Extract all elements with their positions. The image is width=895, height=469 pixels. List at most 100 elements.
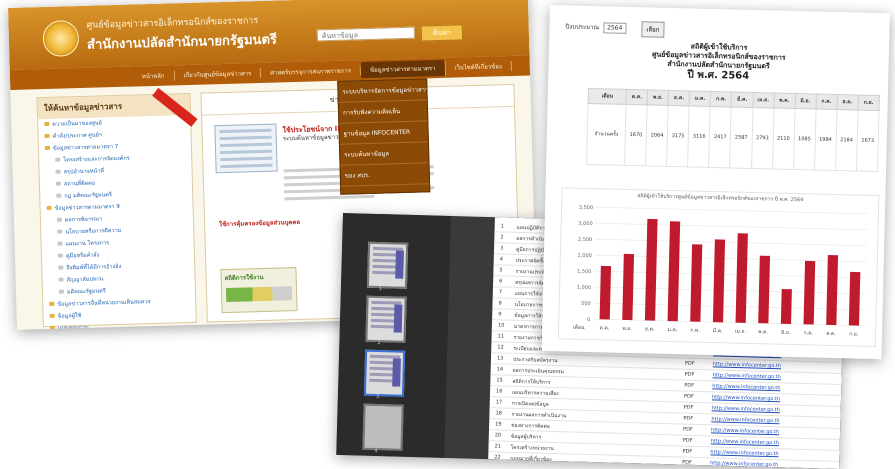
page-thumbnail[interactable] (362, 403, 404, 451)
row-cell: การเปิดเผยข้อมูล (511, 400, 549, 408)
bar[interactable] (735, 233, 748, 323)
page-thumbnail[interactable] (365, 295, 407, 343)
row-link[interactable]: http://www.infocenter.go.th (711, 438, 779, 446)
row-cell: 4 (499, 256, 504, 263)
y-tick-label: 1,500 (577, 269, 591, 275)
table-cell: 1673 (856, 110, 880, 172)
sidebar: ให้ค้นหาข้อมูลข่าวสาร ความเป็นมาของศูนย์… (36, 87, 198, 330)
search-button[interactable]: ค้นหา (420, 24, 464, 42)
chart-svg: 0 500 1,000 1,500 2,000 2,500 3,000 3,500 เดือน ต… (573, 205, 869, 338)
table-cell: 2793 (751, 107, 774, 169)
bar[interactable] (667, 221, 681, 322)
dropdown-item[interactable]: ของ สปร. (340, 163, 430, 187)
row-link[interactable]: http://www.infocenter.go.th (712, 383, 780, 391)
report-title: สถิติผู้เข้าใช้บริการ ศูนย์ข้อมูลข่าวสาร… (548, 39, 889, 86)
bar[interactable] (803, 260, 816, 325)
table-header: มี.ค. (731, 91, 753, 108)
table-cell: 2110 (772, 107, 795, 170)
row-link[interactable]: http://www.infocenter.go.th (710, 449, 778, 457)
bar[interactable] (758, 255, 771, 324)
table-header: พ.ค. (773, 92, 796, 109)
page-number: 2 (377, 340, 381, 347)
row-cell: โครงสร้างหน่วยงาน (510, 444, 554, 452)
row-cell: PDF (684, 371, 695, 378)
row-cell: 6 (499, 278, 503, 285)
row-link[interactable]: http://www.infocenter.go.th (711, 427, 779, 435)
row-cell: PDF (682, 459, 692, 466)
page-thumbnail-panel: 1 2 3 4 (336, 213, 451, 458)
y-tick-label: 500 (581, 301, 591, 307)
row-cell: PDF (683, 404, 694, 411)
dropdown-item[interactable]: ระบบค้นหาข้อมูล (339, 142, 429, 166)
table-cell: 3116 (687, 105, 711, 168)
row-cell: ประกาศรับสมัครงาน (512, 356, 558, 365)
bar[interactable] (599, 265, 612, 320)
row-cell: 9 (498, 311, 502, 318)
row-link[interactable]: http://www.infocenter.go.th (710, 460, 778, 468)
news-title-2[interactable]: ใช้การคุ้มครองข้อมูลส่วนบุคคล (219, 217, 300, 229)
row-cell: PDF (682, 448, 693, 455)
x-tick-label: ก.พ. (690, 328, 700, 334)
nav-item[interactable]: หน้าหลัก (132, 70, 175, 82)
bar[interactable] (622, 253, 635, 321)
row-cell: PDF (683, 415, 694, 422)
row-cell: PDF (684, 360, 695, 367)
table-header: เม.ย. (752, 92, 774, 108)
nav-item[interactable]: ศาสตร์บรรจุการส่งภาพราชการ (261, 65, 362, 78)
row-link[interactable]: http://www.infocenter.go.th (712, 394, 780, 402)
bar[interactable] (848, 271, 861, 326)
dropdown-item[interactable]: ระบบบริหารจัดการข้อมูลข่าวสาร (338, 79, 427, 103)
row-cell: 1 (500, 223, 504, 230)
nav-item[interactable]: เว็บไซต์ที่เกี่ยวข้อง (445, 60, 512, 73)
row-cell: 2 (500, 234, 504, 241)
sidebar-list: ความเป็นมาของศูนย์ คำสั่ง/ประกาศ ศูนย์ฯ ข้… (38, 115, 196, 329)
report-screenshot: ปีงบประมาณ 2564 เลือก สถิติผู้เข้าใช้บริ… (541, 5, 890, 360)
nav-item-active[interactable]: ข้อมูลข่าวสารตามมาตรา (360, 59, 446, 79)
row-cell: กฎหมายที่เกี่ยวข้อง (510, 455, 552, 463)
bar[interactable] (780, 289, 792, 324)
search-input[interactable]: ค้นหาข้อมูล (316, 26, 416, 42)
bar[interactable] (644, 218, 658, 321)
nav-dropdown-menu: ระบบบริหารจัดการข้อมูลข่าวสาร การรับฟังค… (337, 78, 431, 195)
stats-thumbnail[interactable]: สถิติการใช้งาน (220, 267, 298, 314)
x-tick-label: พ.ค. (758, 329, 768, 335)
grid-line (593, 318, 866, 327)
row-link[interactable]: http://www.infocenter.go.th (713, 372, 781, 380)
grid-line (594, 254, 867, 263)
grid-line (595, 238, 868, 247)
row-link[interactable]: http://www.infocenter.go.th (711, 416, 779, 424)
row-cell: 20 (494, 432, 502, 439)
grid-line (596, 206, 869, 215)
row-cell: PDF (683, 426, 693, 433)
grid-line (593, 302, 866, 311)
x-tick-label: ต.ค. (599, 325, 609, 331)
row-cell: ผลการประเมินคุณธรรม (512, 367, 564, 376)
row-cell: ช่องทางการติดต่อ (511, 422, 550, 430)
table-cell: 1984 (814, 109, 837, 171)
dropdown-item[interactable]: การรับฟังความคิดเห็น (338, 100, 428, 124)
page-thumbnail[interactable] (366, 241, 409, 289)
page-thumbnail-selected[interactable] (363, 349, 406, 397)
bar[interactable] (690, 244, 703, 322)
news-thumbnail[interactable] (214, 123, 278, 174)
row-cell: 17 (495, 399, 503, 406)
table-header: มิ.ย. (794, 93, 817, 110)
row-link[interactable]: http://www.infocenter.go.th (712, 405, 780, 413)
select-button[interactable]: เลือก (641, 21, 665, 38)
row-cell: 21 (494, 443, 502, 450)
table-cell: 2184 (835, 109, 858, 172)
bar[interactable] (712, 239, 726, 323)
table-cell: 3175 (666, 105, 690, 167)
dropdown-item[interactable]: ฐานข้อมูล INFOCENTER (339, 121, 428, 145)
y-tick-label: 3,500 (579, 205, 593, 211)
row-link[interactable]: http://www.infocenter.go.th (713, 361, 781, 369)
row-cell: 12 (497, 344, 504, 351)
year-select[interactable]: ปีงบประมาณ 2564 (565, 21, 627, 34)
nav-item[interactable]: เกี่ยวกับศูนย์ข้อมูลข่าวสาร (174, 67, 262, 81)
y-tick-label: 2,000 (577, 253, 591, 259)
bar[interactable] (826, 254, 839, 326)
year-select-value[interactable]: 2564 (602, 22, 627, 34)
page-number: 1 (378, 286, 383, 293)
page-number: 3 (375, 393, 380, 401)
table-header: ส.ค. (836, 94, 859, 111)
